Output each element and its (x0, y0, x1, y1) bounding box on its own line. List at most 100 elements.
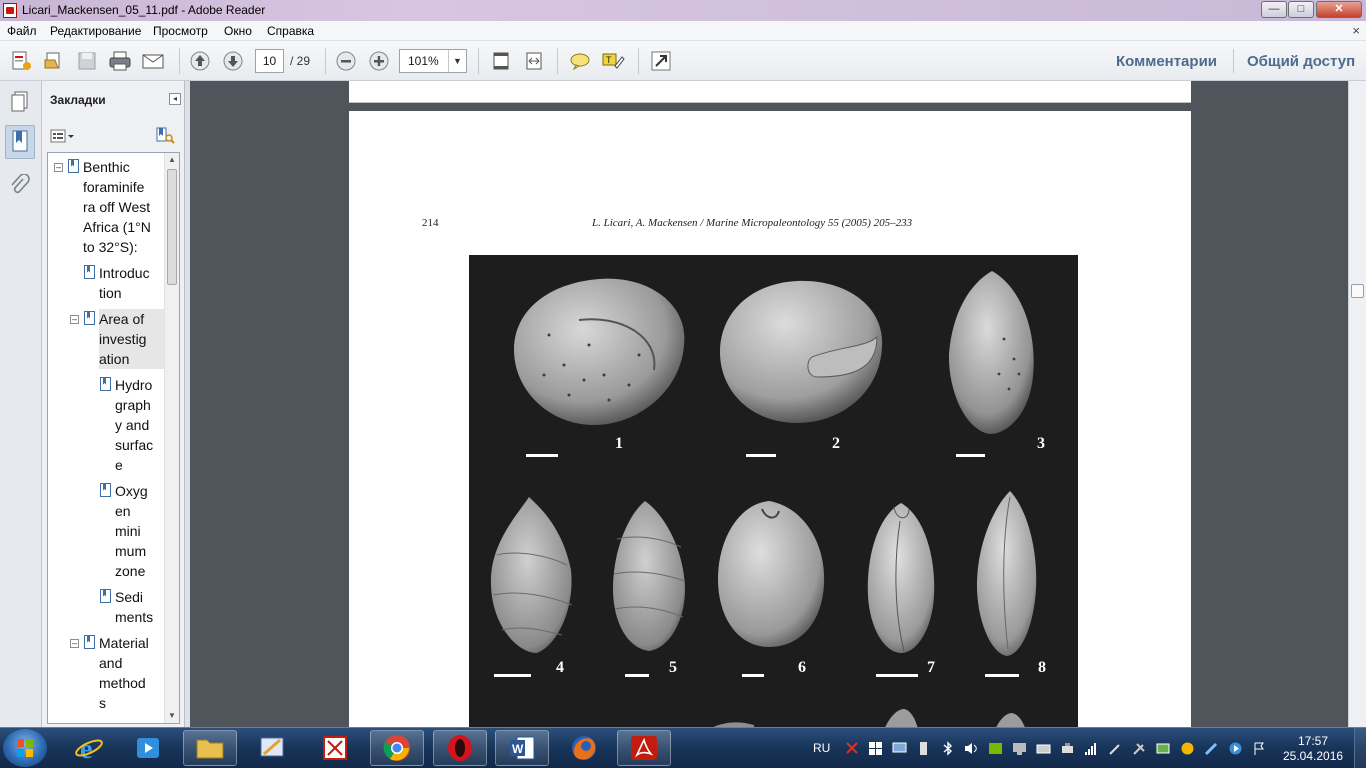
pen-tablet-icon[interactable] (1204, 741, 1219, 756)
taskbar-opera[interactable] (433, 730, 487, 766)
previous-page-button[interactable] (187, 49, 213, 73)
specimen-image (613, 501, 686, 651)
zoom-out-button[interactable] (333, 49, 359, 73)
next-page-button[interactable] (220, 49, 246, 73)
bookmark-label-line: foraminife (83, 179, 145, 195)
zoom-in-button[interactable] (366, 49, 392, 73)
menu-view[interactable]: Просмотр (153, 24, 208, 38)
bluetooth-icon[interactable] (940, 741, 955, 756)
zoom-value: 101% (408, 54, 439, 68)
page-thumbnails-button[interactable] (5, 85, 35, 119)
pages-icon (11, 91, 28, 112)
zoom-select[interactable]: 101% ▼ (399, 49, 467, 73)
figure-label: 2 (832, 435, 840, 452)
scrollbar-thumb[interactable] (167, 169, 177, 285)
figure-label: 6 (798, 659, 806, 676)
tools-icon[interactable] (1108, 741, 1123, 756)
print-button[interactable] (107, 49, 133, 73)
action-center-flag-icon[interactable] (1252, 741, 1267, 756)
tree-expander-icon[interactable]: – (54, 163, 63, 172)
collapse-panel-icon[interactable]: ◂ (169, 93, 181, 105)
system-clock[interactable]: 17:57 25.04.2016 (1283, 734, 1343, 764)
minimize-button[interactable]: — (1261, 1, 1287, 18)
bookmark-item[interactable]: Oxyg en mini mum zone (115, 481, 165, 581)
taskbar-chrome[interactable] (370, 730, 424, 766)
menu-edit[interactable]: Редактирование (50, 24, 141, 38)
close-document-icon[interactable]: × (1352, 23, 1360, 38)
taskbar-paint[interactable] (246, 730, 300, 766)
taskbar-word[interactable]: W (495, 730, 549, 766)
fit-width-button[interactable] (521, 49, 547, 73)
options-menu-button[interactable] (50, 127, 76, 145)
bookmark-item[interactable]: Introduc tion (99, 263, 165, 303)
toolbar-separator (1233, 49, 1234, 73)
email-button[interactable] (140, 49, 166, 73)
clock-date: 25.04.2016 (1283, 749, 1344, 763)
page-number-input[interactable]: 10 (255, 49, 284, 73)
opera-icon (448, 735, 472, 761)
utility-icon[interactable] (1132, 741, 1147, 756)
bookmark-label-line: ra off West (83, 199, 151, 215)
bookmark-icon (68, 159, 79, 173)
add-comment-button[interactable] (567, 49, 593, 73)
menu-help[interactable]: Справка (267, 24, 314, 38)
signal-strength-icon[interactable] (1084, 741, 1099, 756)
volume-icon[interactable] (964, 741, 979, 756)
bookmark-item[interactable]: Benthic foraminife ra off West Africa (1°N t… (83, 157, 165, 257)
minus-icon (336, 51, 356, 71)
safely-remove-icon[interactable] (1060, 741, 1075, 756)
open-button[interactable] (41, 49, 67, 73)
input-language[interactable]: RU (813, 741, 830, 755)
menu-window[interactable]: Окно (224, 24, 252, 38)
taskbar-pdf-tool[interactable] (308, 730, 362, 766)
nvidia-icon[interactable] (988, 741, 1003, 756)
attachments-button[interactable] (5, 169, 35, 203)
document-scrollbar[interactable] (1348, 81, 1366, 727)
taskbar-firefox[interactable] (557, 730, 611, 766)
create-pdf-button[interactable] (8, 49, 34, 73)
find-bookmark-button[interactable] (155, 127, 175, 145)
bookmark-item[interactable]: Hydro graph y and surfac e (115, 375, 165, 475)
document-view: 214 L. Licari, A. Mackensen / Marine Mic… (190, 81, 1348, 727)
battery-icon[interactable] (1156, 741, 1171, 756)
display-icon[interactable] (1012, 741, 1027, 756)
windows-flag-icon[interactable] (868, 741, 883, 756)
bookmarks-scrollbar[interactable]: ▲ ▼ (164, 153, 179, 723)
menu-file[interactable]: Файл (7, 24, 37, 38)
bookmark-label-line: zone (115, 563, 146, 579)
comments-panel-link[interactable]: Комментарии (1116, 53, 1217, 70)
keyboard-icon[interactable] (1036, 741, 1051, 756)
taskbar-internet-explorer[interactable]: e (62, 730, 116, 766)
show-desktop-button[interactable] (1354, 728, 1366, 768)
highlight-text-button[interactable]: T (600, 49, 626, 73)
scrollbar-thumb[interactable] (1351, 284, 1364, 298)
scroll-up-icon[interactable]: ▲ (165, 153, 179, 167)
taskbar-file-explorer[interactable] (183, 730, 237, 766)
bookmark-item[interactable]: Material and method s (99, 633, 165, 713)
bookmark-item[interactable]: Sedi ments (115, 587, 165, 627)
tree-expander-icon[interactable]: – (70, 639, 79, 648)
norton-icon[interactable] (1180, 741, 1195, 756)
tree-expander-icon[interactable]: – (70, 315, 79, 324)
usb-icon[interactable] (916, 741, 931, 756)
start-button[interactable] (3, 729, 47, 767)
adobe-updater-icon[interactable] (845, 741, 860, 756)
toolbar-separator (179, 48, 180, 74)
bookmark-item[interactable]: Area of investig ation (99, 309, 165, 369)
scale-bar (742, 674, 764, 677)
share-panel-link[interactable]: Общий доступ (1247, 53, 1355, 70)
scale-bar (746, 454, 776, 457)
close-button[interactable]: ✕ (1316, 1, 1362, 18)
bookmark-label-line: Area of (99, 311, 145, 327)
maximize-button[interactable]: □ (1288, 1, 1314, 18)
taskbar-adobe-reader[interactable] (617, 730, 671, 766)
bookmarks-button[interactable] (5, 125, 35, 159)
chevron-down-icon[interactable]: ▼ (448, 50, 466, 72)
network-monitor-icon[interactable] (892, 741, 907, 756)
full-screen-button[interactable] (648, 49, 674, 73)
fit-page-button[interactable] (488, 49, 514, 73)
media-center-icon[interactable] (1228, 741, 1243, 756)
taskbar-media-player[interactable] (121, 730, 175, 766)
save-button[interactable] (74, 49, 100, 73)
scroll-down-icon[interactable]: ▼ (165, 709, 179, 723)
